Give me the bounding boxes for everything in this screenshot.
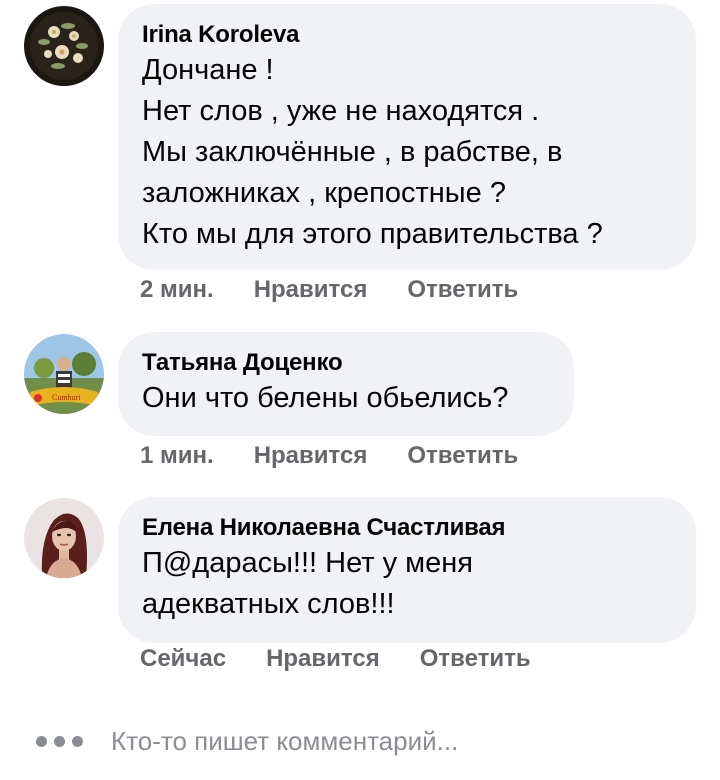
comment-actions: 1 мин. Нравится Ответить <box>140 442 518 470</box>
reply-button[interactable]: Ответить <box>407 276 518 304</box>
dot <box>54 736 65 747</box>
avatar[interactable] <box>24 498 104 578</box>
comment-author[interactable]: Irina Koroleva <box>142 20 672 50</box>
comment-author[interactable]: Елена Николаевна Счастливая <box>142 513 672 543</box>
dot <box>36 736 47 747</box>
comment-text-line: Дончане ! <box>142 54 274 86</box>
avatar[interactable] <box>24 6 104 86</box>
comment-author[interactable]: Татьяна Доценко <box>142 348 550 378</box>
typing-indicator: Кто-то пишет комментарий... <box>36 726 458 757</box>
comment-actions: Сейчас Нравится Ответить <box>140 645 531 673</box>
dot <box>72 736 83 747</box>
comment-text-line: Нет слов , уже не находятся . <box>142 95 540 127</box>
reply-button[interactable]: Ответить <box>420 645 531 673</box>
comment-bubble: Елена Николаевна Счастливая П@дарасы!!! … <box>118 497 696 643</box>
comment-timestamp[interactable]: 2 мин. <box>140 276 214 304</box>
avatar-image: Cumhuri <box>24 334 104 414</box>
comment-text-line: П@дарасы!!! Нет у меня <box>142 547 473 579</box>
comment-text-line: Кто мы для этого правительства ? <box>142 218 603 250</box>
comment-bubble: Irina Koroleva Дончане ! Нет слов , уже … <box>118 4 696 270</box>
typing-text: Кто-то пишет комментарий... <box>111 726 459 756</box>
avatar-image <box>24 6 104 86</box>
comment-text-line: заложниках , крепостные ? <box>142 177 506 209</box>
comment-text-line: адекватных слов!!! <box>142 588 395 620</box>
typing-dots-icon <box>36 736 83 747</box>
like-button[interactable]: Нравится <box>254 442 368 470</box>
like-button[interactable]: Нравится <box>266 645 380 673</box>
comment-text-line: Мы заключённые , в рабстве, в <box>142 136 563 168</box>
like-button[interactable]: Нравится <box>254 276 368 304</box>
reply-button[interactable]: Ответить <box>407 442 518 470</box>
comment-timestamp[interactable]: Сейчас <box>140 645 226 673</box>
comment-timestamp[interactable]: 1 мин. <box>140 442 214 470</box>
avatar[interactable]: Cumhuri <box>24 334 104 414</box>
comment-bubble: Татьяна Доценко Они что белены обьелись? <box>118 332 574 436</box>
avatar-image <box>24 498 104 578</box>
comment-actions: 2 мин. Нравится Ответить <box>140 276 518 304</box>
comment-text-line: Они что белены обьелись? <box>142 382 509 414</box>
avatar-caption: Cumhuri <box>52 393 81 402</box>
comment-thread: Irina Koroleva Дончане ! Нет слов , уже … <box>0 0 720 780</box>
